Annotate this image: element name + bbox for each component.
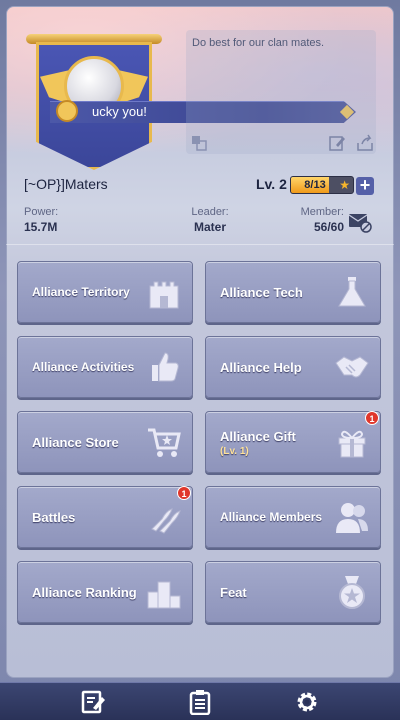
tile-label: Alliance Ranking: [32, 585, 137, 600]
tile-label: Feat: [220, 585, 247, 600]
castle-icon: [149, 281, 179, 309]
leader-value: Mater: [193, 220, 226, 234]
handshake-icon: [335, 356, 369, 378]
notepad-icon[interactable]: [80, 689, 106, 715]
thumbs-up-icon: [152, 352, 179, 382]
add-exp-button[interactable]: +: [356, 176, 374, 195]
member-stat: Member: 56/60: [288, 206, 344, 234]
clipboard-icon[interactable]: [187, 689, 213, 715]
medal-icon: [339, 576, 365, 609]
alliance-gift-button[interactable]: Alliance Gift (Lv. 1): [205, 411, 381, 473]
translate-icon[interactable]: [190, 134, 208, 152]
battles-notification-badge: 1: [177, 486, 191, 500]
tile-label: Alliance Help: [220, 360, 302, 375]
share-icon[interactable]: [356, 134, 374, 152]
tile-label: Alliance Gift: [220, 429, 296, 444]
alliance-banner[interactable]: [26, 30, 162, 170]
trophy-icon: [56, 100, 78, 122]
alliance-ranking-button[interactable]: Alliance Ranking: [17, 561, 193, 623]
alliance-tech-button[interactable]: Alliance Tech: [205, 261, 381, 323]
power-label: Power:: [24, 206, 59, 218]
gift-notification-badge: 1: [365, 411, 379, 425]
tile-sublabel: (Lv. 1): [220, 446, 249, 457]
members-icon: [336, 503, 368, 533]
level-progress-bar: 8/13 ★: [290, 176, 354, 194]
gear-icon[interactable]: [294, 689, 320, 715]
lucky-text: ucky you!: [92, 104, 147, 119]
alliance-message: Do best for our clan mates.: [192, 37, 325, 49]
bullets-icon: [151, 508, 181, 534]
alliance-store-button[interactable]: Alliance Store: [17, 411, 193, 473]
tile-label: Battles: [32, 510, 76, 525]
tile-label: Alliance Tech: [220, 285, 303, 300]
power-stat: Power: 15.7M: [24, 206, 58, 234]
level-progress-text: 8/13: [304, 179, 326, 191]
leader-label: Leader:: [191, 206, 229, 218]
gift-icon: [338, 430, 366, 458]
cart-icon: [148, 428, 181, 457]
tile-label: Alliance Territory: [32, 285, 130, 299]
member-label: Member:: [300, 206, 344, 218]
tile-label: Alliance Activities: [32, 360, 135, 374]
alliance-members-button[interactable]: Alliance Members: [205, 486, 381, 548]
star-icon: ★: [339, 178, 350, 192]
flask-icon: [338, 277, 366, 307]
leader-stat: Leader: Mater: [180, 206, 240, 234]
mail-icon[interactable]: [348, 210, 372, 234]
podium-icon: [147, 581, 181, 609]
power-value: 15.7M: [24, 220, 58, 234]
member-value: 56/60: [313, 220, 344, 234]
alliance-territory-button[interactable]: Alliance Territory: [17, 261, 193, 323]
level-label: Lv. 2: [256, 176, 287, 192]
battles-button[interactable]: Battles: [17, 486, 193, 548]
bottom-toolbar: [0, 682, 400, 720]
tile-label: Alliance Members: [220, 510, 323, 524]
feat-button[interactable]: Feat: [205, 561, 381, 623]
edit-icon[interactable]: [328, 134, 346, 152]
alliance-name: [~OP}]Maters: [24, 176, 108, 192]
divider: [6, 244, 394, 245]
tile-label: Alliance Store: [32, 435, 119, 450]
alliance-activities-button[interactable]: Alliance Activities: [17, 336, 193, 398]
alliance-help-button[interactable]: Alliance Help: [205, 336, 381, 398]
